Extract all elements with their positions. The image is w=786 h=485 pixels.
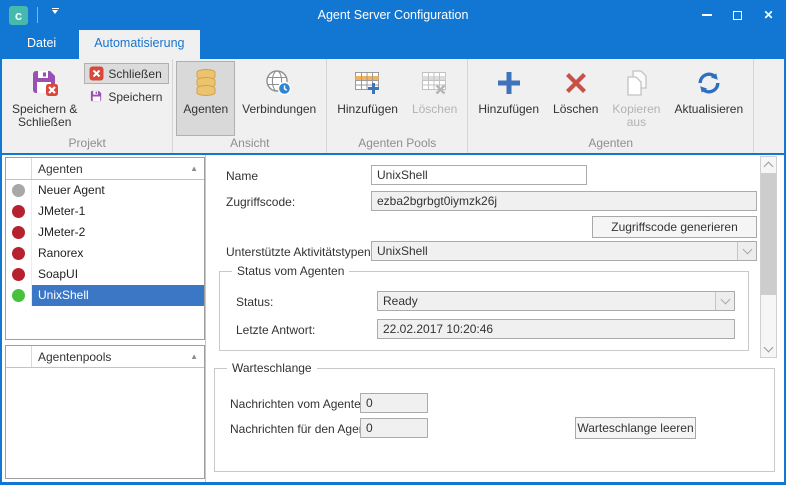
generate-access-code-button[interactable]: Zugriffscode generieren: [592, 216, 757, 238]
close-red-icon: [89, 66, 104, 81]
group-label-agenten-pools: Agenten Pools: [330, 136, 464, 153]
view-connections-button[interactable]: Verbindungen: [235, 61, 323, 136]
status-dot-red: [12, 247, 25, 260]
scrollbar-track[interactable]: [761, 173, 776, 341]
chevron-down-icon: [764, 343, 774, 353]
save-and-close-button[interactable]: Speichern & Schließen: [5, 61, 84, 136]
agents-listbox: Agenten ▲ Neuer Agent JMeter-1 JMeter-2: [5, 157, 205, 340]
agent-delete-button[interactable]: Löschen: [546, 61, 605, 136]
ribbon-group-agenten-pools: Hinzufügen Löschen Agenten Pools: [327, 59, 468, 153]
access-code-label: Zugriffscode:: [226, 195, 295, 209]
titlebar-separator: [37, 7, 38, 23]
add-plus-icon: [495, 65, 523, 101]
close-icon: ✕: [763, 9, 773, 21]
agent-row-neuer-agent[interactable]: Neuer Agent: [6, 180, 204, 201]
agent-form-scroll-area: Name Zugriffscode: ezba2bgrbgt0iymzk26j …: [206, 155, 784, 360]
name-input[interactable]: [371, 165, 587, 185]
scrollbar-thumb[interactable]: [761, 173, 776, 295]
chevron-down-icon: [742, 245, 752, 255]
ribbon-group-agenten: Hinzufügen Löschen: [468, 59, 754, 153]
status-dot-gray: [12, 184, 25, 197]
maximize-button[interactable]: [722, 0, 753, 30]
tab-automatisierung[interactable]: Automatisierung: [79, 30, 199, 59]
scroll-down-button[interactable]: [761, 341, 776, 357]
agent-row-ranorex[interactable]: Ranorex: [6, 243, 204, 264]
vertical-scrollbar[interactable]: [760, 156, 777, 358]
agent-row-soapui[interactable]: SoapUI: [6, 264, 204, 285]
queue-groupbox-legend: Warteschlange: [227, 361, 317, 375]
group-label-agenten: Agenten: [471, 136, 750, 153]
messages-from-agent-field: 0: [360, 393, 428, 413]
pool-add-table-icon: [353, 65, 383, 101]
chevron-up-icon: [764, 162, 774, 172]
status-dot-red: [12, 268, 25, 281]
messages-from-agent-label: Nachrichten vom Agenten:: [230, 397, 371, 411]
close-project-button[interactable]: Schließen: [84, 63, 169, 84]
pool-add-button[interactable]: Hinzufügen: [330, 61, 405, 136]
agent-refresh-button[interactable]: Aktualisieren: [667, 61, 750, 136]
titlebar: c Agent Server Configuration ✕: [2, 0, 784, 30]
status-dot-red: [12, 226, 25, 239]
agent-add-button[interactable]: Hinzufügen: [471, 61, 546, 136]
agent-row-unixshell[interactable]: UnixShell: [6, 285, 204, 306]
pool-delete-table-icon: [420, 65, 450, 101]
ribbon-tab-row: Datei Automatisierung: [2, 30, 784, 57]
agent-detail-panel: Name Zugriffscode: ezba2bgrbgt0iymzk26j …: [205, 155, 784, 482]
access-code-field: ezba2bgrbgt0iymzk26j: [371, 191, 757, 211]
status-dot-green: [12, 289, 25, 302]
quick-access-dropdown-icon[interactable]: [47, 8, 63, 22]
minimize-icon: [702, 14, 712, 16]
pool-delete-button[interactable]: Löschen: [405, 61, 464, 136]
save-button[interactable]: Speichern: [84, 86, 169, 107]
agents-list-header[interactable]: Agenten ▲: [6, 158, 204, 180]
left-panel: Agenten ▲ Neuer Agent JMeter-1 JMeter-2: [2, 155, 205, 482]
refresh-icon: [695, 65, 723, 101]
agentpools-list-header[interactable]: Agentenpools ▲: [6, 346, 204, 368]
group-label-projekt: Projekt: [5, 136, 169, 153]
status-dot-red: [12, 205, 25, 218]
clear-queue-button[interactable]: Warteschlange leeren: [575, 417, 696, 439]
tab-datei[interactable]: Datei: [12, 30, 71, 57]
delete-x-icon: [562, 65, 590, 101]
status-column-header: [6, 346, 32, 367]
ribbon-group-projekt: Speichern & Schließen Schließen: [2, 59, 173, 153]
save-icon: [89, 89, 104, 104]
agent-row-jmeter-2[interactable]: JMeter-2: [6, 222, 204, 243]
minimize-button[interactable]: [691, 0, 722, 30]
close-button[interactable]: ✕: [753, 0, 784, 30]
save-and-close-icon: [29, 65, 61, 101]
name-label: Name: [226, 169, 258, 183]
activity-types-label: Unterstützte Aktivitätstypen:: [226, 245, 374, 259]
last-response-label: Letzte Antwort:: [236, 323, 315, 337]
ribbon: Speichern & Schließen Schließen: [2, 57, 784, 155]
agent-server-configuration-window: c Agent Server Configuration ✕ Datei Aut…: [0, 0, 786, 485]
chevron-down-icon: [720, 295, 730, 305]
agents-database-icon: [192, 65, 220, 101]
activity-types-dropdown[interactable]: UnixShell: [371, 241, 757, 261]
messages-for-agent-field: 0: [360, 418, 428, 438]
connections-globe-icon: [264, 65, 294, 101]
status-dropdown[interactable]: Ready: [377, 291, 735, 311]
group-label-ansicht: Ansicht: [176, 136, 323, 153]
view-agents-button[interactable]: Agenten: [176, 61, 235, 136]
sort-ascending-icon: ▲: [190, 164, 198, 173]
status-label: Status:: [236, 295, 273, 309]
copy-pages-icon: [621, 65, 651, 101]
window-title: Agent Server Configuration: [318, 8, 469, 22]
last-response-field: 22.02.2017 10:20:46: [377, 319, 735, 339]
agent-copy-from-button[interactable]: Kopieren aus: [605, 61, 667, 136]
agent-row-jmeter-1[interactable]: JMeter-1: [6, 201, 204, 222]
status-column-header: [6, 158, 32, 179]
ribbon-empty-space: [754, 59, 784, 153]
maximize-icon: [733, 11, 742, 20]
queue-groupbox: Warteschlange Nachrichten vom Agenten: 0…: [214, 368, 775, 472]
sort-ascending-icon: ▲: [190, 352, 198, 361]
ribbon-group-ansicht: Agenten Verbindungen Ansich: [173, 59, 327, 153]
app-icon[interactable]: c: [9, 6, 28, 25]
agentpools-listbox: Agentenpools ▲: [5, 345, 205, 479]
status-groupbox: Status vom Agenten Status: Ready Letzte …: [219, 271, 749, 351]
status-groupbox-legend: Status vom Agenten: [232, 264, 349, 278]
scroll-up-button[interactable]: [761, 157, 776, 173]
